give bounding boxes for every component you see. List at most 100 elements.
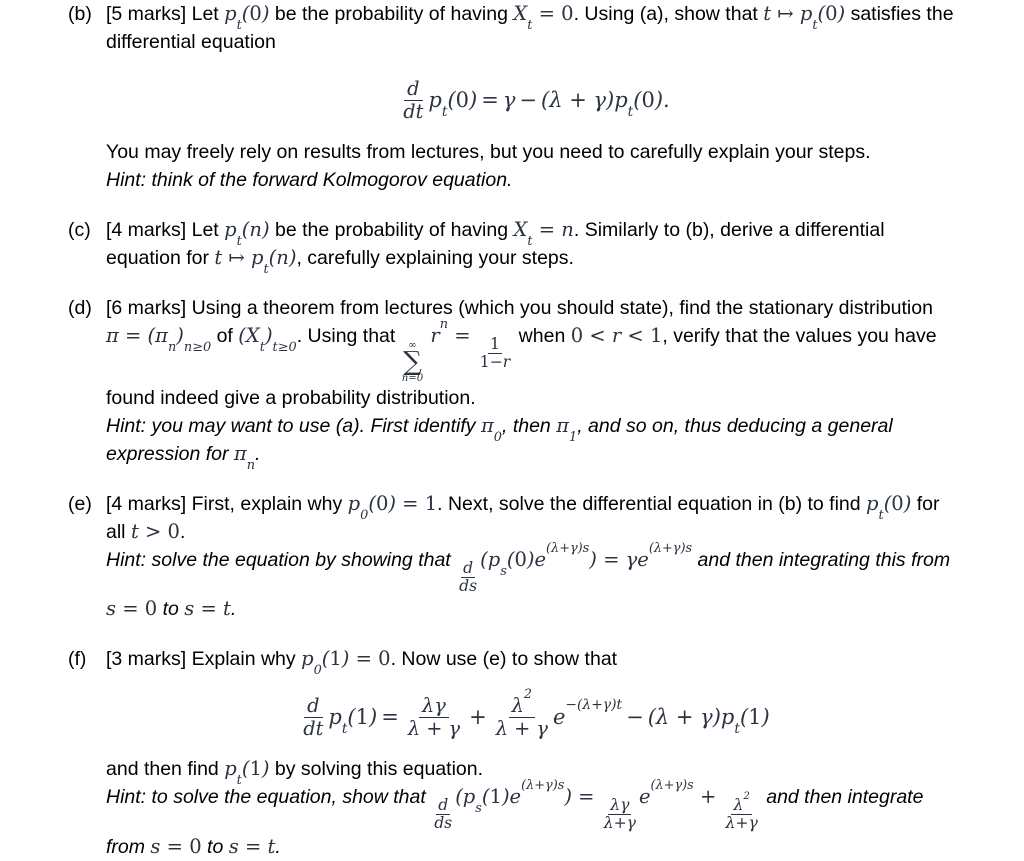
question-item-f: (f) [3 marks] Explain why p0(1) = 0. Now…: [0, 645, 1024, 861]
d-hint-1: Hint: you may want to use (a). First ide…: [106, 414, 481, 437]
d-hint-4: .: [255, 442, 261, 465]
question-d-statement: [6 marks] Using a theorem from lectures …: [106, 294, 962, 412]
math-pt0-a: pt(0): [224, 2, 270, 33]
b-text-3: . Using (a), show that: [573, 3, 764, 25]
eq-b-pt0-lhs: pt(0): [428, 88, 478, 121]
eq-f-last-term: (λ + γ)pt(1): [647, 705, 770, 738]
math-p0-one-equals-zero: p0(1) = 0: [301, 647, 391, 678]
math-pi-zero: π0: [480, 413, 502, 445]
math-e-hint-derivative: d ds (ps(0)e(λ+γ)s) = γe(λ+γ)s: [459, 540, 693, 595]
equation-b-content: d dt pt(0) = γ − (λ + γ)pt(0).: [398, 78, 669, 122]
fraction-d-ds-e: d ds: [459, 558, 478, 595]
math-s-equals-t-e: s = t: [184, 597, 231, 621]
eq-b-rhs: (λ + γ)pt(0).: [541, 88, 670, 121]
math-t-mapsto-ptn: t ↦ pt(n): [214, 246, 297, 277]
f-after-text-1: and then find: [106, 758, 225, 781]
math-pi-n: πn: [233, 441, 256, 473]
question-e-statement: [4 marks] First, explain why p0(0) = 1. …: [106, 490, 962, 546]
question-item-c: (c) [4 marks] Let pt(n) be the probabili…: [0, 216, 1024, 277]
question-c-statement: [4 marks] Let pt(n) be the probability o…: [106, 216, 962, 277]
math-r-range: 0 < r < 1: [570, 324, 663, 348]
display-equation-b: d dt pt(0) = γ − (λ + γ)pt(0).: [106, 76, 962, 122]
f-hint-4: .: [275, 835, 281, 858]
math-s-equals-zero-f: s = 0: [150, 834, 202, 858]
question-f-hint: Hint: to solve the equation, show that d…: [106, 778, 962, 860]
e-text-1: First, explain why: [186, 492, 348, 515]
d-hint-2: , then: [501, 414, 557, 437]
math-t-mapsto-pt0: t ↦ pt(0): [763, 2, 846, 33]
marks-e: [4 marks]: [106, 492, 187, 515]
math-p0-zero-equals-one: p0(0) = 1: [347, 491, 438, 523]
f-hint-1: Hint: to solve the equation, show that: [106, 786, 432, 809]
fraction-d-dt-b: d dt: [403, 77, 424, 123]
question-label-d: (d): [68, 297, 92, 320]
f-after-text-2: by solving this equation.: [269, 758, 484, 781]
math-xt-equals-n: Xt = n: [513, 218, 574, 249]
b-text-2: be the probability of having: [269, 3, 514, 25]
f-hint-3: to: [201, 835, 229, 858]
equation-f-content: d dt pt(1) = λγ λ + γ + λ2 λ + γ e−(λ+γ)t − (λ + γ)…: [298, 686, 770, 740]
question-body-c: [4 marks] Let pt(n) be the probability o…: [106, 216, 962, 277]
math-xt-family: (Xt)t≥0: [238, 324, 297, 355]
question-label-b: (b): [68, 3, 92, 25]
question-body-f: [3 marks] Explain why p0(1) = 0. Now use…: [106, 645, 962, 861]
e-hint-1: Hint: solve the equation by showing that: [106, 548, 457, 571]
c-text-2: be the probability of having: [269, 219, 514, 242]
fraction-lambda-gamma-small: λγ λ+γ: [603, 796, 636, 833]
d-text-4: when: [513, 325, 571, 348]
marks-d: [6 marks]: [106, 297, 187, 320]
eq-b-gamma: γ: [502, 88, 516, 112]
math-s-equals-zero-e: s = 0: [106, 597, 158, 621]
question-d-hint: Hint: you may want to use (a). First ide…: [106, 412, 962, 473]
question-body-b: [5 marks] Let pt(0) be the probability o…: [106, 0, 962, 194]
math-pi-one: π1: [556, 413, 578, 445]
display-equation-f: d dt pt(1) = λγ λ + γ + λ2 λ + γ e−(λ+γ)t − (λ + γ)…: [106, 686, 962, 740]
fraction-lambda-squared-small: λ2 λ+γ: [725, 789, 758, 833]
math-pt-one-f: pt(1): [224, 757, 270, 789]
question-e-hint: Hint: solve the equation by showing that…: [106, 540, 962, 623]
question-item-b: (b) [5 marks] Let pt(0) be the probabili…: [0, 0, 1024, 194]
marks-f: [3 marks]: [106, 648, 187, 671]
e-text-2: . Next, solve the differential equation …: [437, 492, 867, 515]
fraction-lambda-gamma-over-lambda-plus-gamma: λγ λ + γ: [407, 694, 461, 740]
marks-b: [5 marks]: [106, 3, 187, 25]
eq-f-exponential: e−(λ+γ)t: [552, 696, 623, 730]
c-text-4: , carefully explaining your steps.: [296, 247, 574, 270]
question-body-d: [6 marks] Using a theorem from lectures …: [106, 294, 962, 473]
math-pi-definition: π = (πn)n≥0: [106, 324, 212, 355]
b-text-1: Let: [186, 3, 225, 25]
fraction-lambda-squared-over-lambda-plus-gamma: λ2 λ + γ: [495, 686, 548, 740]
question-body-e: [4 marks] First, explain why p0(0) = 1. …: [106, 490, 962, 623]
e-hint-4: .: [230, 598, 237, 621]
marks-c: [4 marks]: [106, 219, 187, 242]
c-text-1: Let: [186, 219, 225, 242]
math-t-positive: t > 0: [130, 519, 180, 543]
e-text-4: .: [179, 520, 186, 543]
question-b-hint: Hint: think of the forward Kolmogorov eq…: [106, 169, 513, 192]
question-label-c: (c): [68, 219, 91, 242]
d-text-2: of: [211, 325, 239, 348]
math-geometric-sum: ∞ ∑ n=0 rn = 1 1−r: [401, 317, 511, 384]
summation-icon: ∞ ∑ n=0: [401, 340, 424, 384]
question-label-f: (f): [68, 648, 87, 671]
math-ptn-a: pt(n): [224, 218, 270, 249]
e-hint-2: and then integrating this from: [692, 548, 951, 571]
f-text-2: . Now use (e) to show that: [390, 648, 618, 671]
math-s-equals-t-f: s = t: [228, 834, 276, 858]
document-page: (b) [5 marks] Let pt(0) be the probabili…: [0, 0, 1024, 858]
math-f-hint-derivative: d ds (ps(1)e(λ+γ)s) = λγ λ+γ e(λ+γ)s + λ2 λ+γ: [434, 778, 758, 833]
fraction-one-over-one-minus-r: 1 1−r: [479, 335, 511, 372]
question-f-statement: [3 marks] Explain why p0(1) = 0. Now use…: [106, 645, 962, 678]
question-label-e: (e): [68, 492, 92, 515]
d-text-1: Using a theorem from lectures (which you…: [186, 297, 933, 320]
eq-f-lhs: pt(1): [328, 705, 378, 738]
math-pt0-e: pt(0): [866, 491, 912, 523]
question-item-d: (d) [6 marks] Using a theorem from lectu…: [0, 294, 1024, 473]
math-xt-equals-zero: Xt = 0: [513, 2, 574, 33]
fraction-d-ds-f: d ds: [434, 796, 453, 833]
fraction-d-dt-f: d dt: [303, 694, 324, 740]
d-text-3: . Using that: [296, 325, 401, 348]
f-text-1: Explain why: [186, 648, 302, 671]
question-b-note: You may freely rely on results from lect…: [106, 141, 871, 164]
question-b-statement: [5 marks] Let pt(0) be the probability o…: [106, 0, 962, 56]
